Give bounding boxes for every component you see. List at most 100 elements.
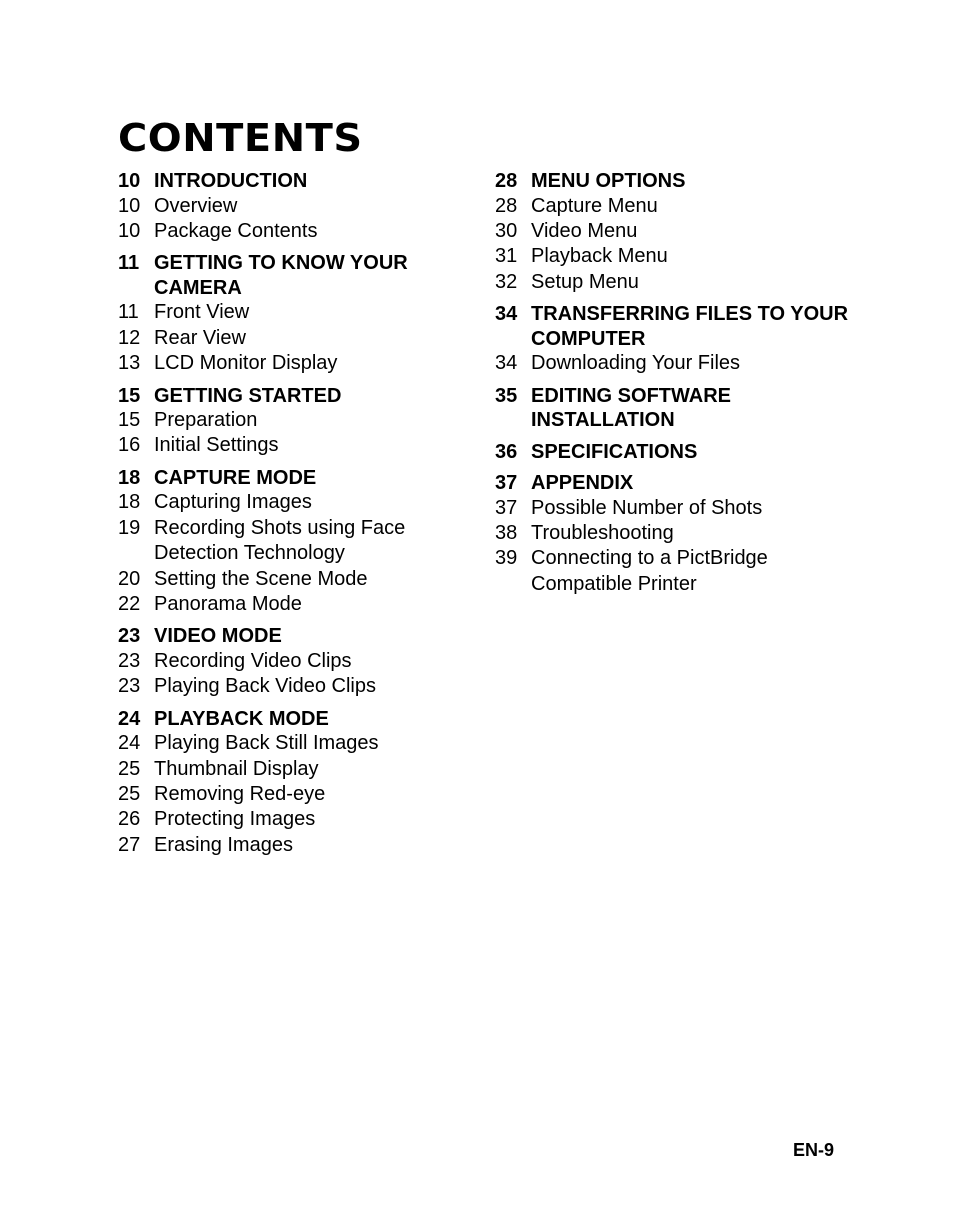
toc-entry-page: 30 bbox=[495, 219, 518, 242]
toc-entry-page: 25 bbox=[118, 783, 141, 805]
toc-entry-page: 27 bbox=[118, 833, 141, 856]
toc-section: 24 PLAYBACK MODE 24 Playing Back Still Imag… bbox=[118, 707, 478, 859]
toc-entry[interactable]: 22 Panorama Mode bbox=[118, 592, 478, 617]
toc-entry-page: 10 bbox=[118, 219, 141, 242]
toc-entry[interactable]: 25 Removing Red-eye bbox=[118, 782, 478, 807]
toc-entry-page: 13 bbox=[118, 352, 141, 375]
toc-entry[interactable]: 32 Setup Menu bbox=[495, 270, 855, 295]
toc-heading-page: 15 bbox=[118, 384, 141, 407]
toc-entry[interactable]: 19 Recording Shots using Face Detection T… bbox=[118, 516, 478, 567]
page-number: EN-9 bbox=[793, 1140, 835, 1160]
toc-heading-title: PLAYBACK MODE bbox=[154, 707, 329, 730]
toc-section: 36 SPECIFICATIONS bbox=[495, 440, 855, 465]
toc-heading-title: TRANSFERRING FILES TO YOUR COMPUTER bbox=[531, 303, 849, 350]
toc-heading-title: VIDEO MODE bbox=[154, 625, 282, 648]
toc-entry[interactable]: 25 Thumbnail Display bbox=[118, 757, 478, 782]
toc-section-heading[interactable]: 36 SPECIFICATIONS bbox=[495, 440, 855, 465]
toc-entry-label: Protecting Images bbox=[154, 808, 316, 831]
toc-left-column: 10 INTRODUCTION 10 Overview 10 Package Conten… bbox=[118, 169, 478, 865]
toc-entry-page: 23 bbox=[118, 649, 141, 672]
toc-section-heading[interactable]: 11 GETTING TO KNOW YOUR CAMERA bbox=[118, 251, 478, 300]
toc-section: 37 APPENDIX 37 Possible Number of Shots 38 Tr… bbox=[495, 471, 855, 597]
toc-heading-page: 24 bbox=[118, 707, 141, 730]
toc-section-heading[interactable]: 35 EDITING SOFTWARE INSTALLATION bbox=[495, 384, 855, 433]
toc-entry-page: 23 bbox=[118, 675, 141, 698]
toc-heading-page: 36 bbox=[495, 440, 518, 463]
toc-entry-page: 12 bbox=[118, 326, 141, 349]
toc-entry-label: Setting the Scene Mode bbox=[154, 567, 368, 590]
toc-entry[interactable]: 27 Erasing Images bbox=[118, 833, 478, 858]
toc-entry[interactable]: 30 Video Menu bbox=[495, 219, 855, 244]
toc-entry-page: 34 bbox=[495, 352, 518, 375]
toc-section-heading[interactable]: 15 GETTING STARTED bbox=[118, 384, 478, 409]
toc-entry[interactable]: 37 Possible Number of Shots bbox=[495, 496, 855, 521]
toc-section: 10 INTRODUCTION 10 Overview 10 Package Conten… bbox=[118, 169, 478, 244]
toc-heading-title: MENU OPTIONS bbox=[531, 170, 686, 192]
toc-section-heading[interactable]: 18 CAPTURE MODE bbox=[118, 466, 478, 491]
toc-heading-title: SPECIFICATIONS bbox=[531, 440, 698, 463]
toc-entry-label: Initial Settings bbox=[154, 434, 279, 457]
toc-entry-label: Capturing Images bbox=[154, 491, 312, 514]
toc-section-heading[interactable]: 34 TRANSFERRING FILES TO YOUR COMPUTER bbox=[495, 302, 855, 351]
toc-entry[interactable]: 26 Protecting Images bbox=[118, 807, 478, 832]
toc-entry[interactable]: 18 Capturing Images bbox=[118, 490, 478, 515]
toc-entry-label: Preparation bbox=[154, 409, 258, 432]
toc-section-heading[interactable]: 28 MENU OPTIONS bbox=[495, 169, 855, 194]
toc-entry[interactable]: 20 Setting the Scene Mode bbox=[118, 567, 478, 592]
toc-entry[interactable]: 23 Playing Back Video Clips bbox=[118, 674, 478, 699]
toc-entry[interactable]: 39 Connecting to a PictBridge Compatible … bbox=[495, 546, 855, 597]
toc-entry[interactable]: 10 Package Contents bbox=[118, 219, 478, 244]
toc-entry[interactable]: 15 Preparation bbox=[118, 408, 478, 433]
toc-entry-label: LCD Monitor Display bbox=[154, 352, 338, 375]
toc-heading-title: INTRODUCTION bbox=[154, 170, 308, 192]
toc-entry[interactable]: 10 Overview bbox=[118, 194, 478, 219]
toc-section: 23 VIDEO MODE 23 Recording Video Clips 23 Pla… bbox=[118, 624, 478, 699]
toc-entry[interactable]: 16 Initial Settings bbox=[118, 433, 478, 458]
toc-section: 18 CAPTURE MODE 18 Capturing Images 19 Record… bbox=[118, 466, 478, 618]
toc-entry-label: Playing Back Still Images bbox=[154, 732, 379, 755]
toc-heading-title: GETTING STARTED bbox=[154, 384, 342, 407]
toc-entry[interactable]: 13 LCD Monitor Display bbox=[118, 351, 478, 376]
toc-entry-page: 31 bbox=[495, 245, 518, 268]
toc-section: 28 MENU OPTIONS 28 Capture Menu 30 Video Menu… bbox=[495, 169, 855, 295]
toc-section: 35 EDITING SOFTWARE INSTALLATION bbox=[495, 384, 855, 433]
toc-section-heading[interactable]: 10 INTRODUCTION bbox=[118, 169, 478, 194]
toc-section-heading[interactable]: 23 VIDEO MODE bbox=[118, 624, 478, 649]
toc-entry[interactable]: 28 Capture Menu bbox=[495, 194, 855, 219]
toc-entry-page: 18 bbox=[118, 491, 141, 514]
toc-heading-title: GETTING TO KNOW YOUR CAMERA bbox=[154, 252, 408, 299]
toc-entry-page: 20 bbox=[118, 567, 141, 590]
toc-entry-page: 37 bbox=[495, 496, 518, 519]
toc-heading-page: 37 bbox=[495, 472, 518, 495]
toc-entry-label: Thumbnail Display bbox=[154, 757, 319, 780]
toc-entry-label: Connecting to a PictBridge Compatible Pr… bbox=[531, 547, 768, 595]
toc-entry-page: 19 bbox=[118, 516, 141, 539]
toc-heading-page: 34 bbox=[495, 303, 518, 326]
toc-entry[interactable]: 11 Front View bbox=[118, 300, 478, 325]
toc-heading-title: CAPTURE MODE bbox=[154, 466, 317, 489]
toc-entry-page: 38 bbox=[495, 521, 518, 544]
toc-entry[interactable]: 24 Playing Back Still Images bbox=[118, 731, 478, 756]
toc-entry-label: Erasing Images bbox=[154, 833, 293, 856]
toc-entry[interactable]: 12 Rear View bbox=[118, 326, 478, 351]
toc-entry-label: Panorama Mode bbox=[154, 592, 302, 615]
toc-entry-page: 25 bbox=[118, 757, 141, 780]
toc-heading-title: APPENDIX bbox=[531, 472, 634, 495]
toc-entry-page: 26 bbox=[118, 808, 141, 831]
toc-entry-page: 28 bbox=[495, 194, 518, 217]
toc-heading-title: EDITING SOFTWARE INSTALLATION bbox=[531, 384, 731, 432]
toc-section: 11 GETTING TO KNOW YOUR CAMERA 11 Front Vie… bbox=[118, 251, 478, 376]
toc-entry-label: Rear View bbox=[154, 326, 246, 349]
toc-section-heading[interactable]: 37 APPENDIX bbox=[495, 471, 855, 496]
toc-entry[interactable]: 23 Recording Video Clips bbox=[118, 649, 478, 674]
toc-heading-page: 11 bbox=[118, 252, 140, 275]
toc-heading-page: 23 bbox=[118, 625, 141, 648]
toc-entry-label: Playing Back Video Clips bbox=[154, 675, 376, 698]
toc-entry-label: Troubleshooting bbox=[531, 521, 674, 544]
toc-entry[interactable]: 38 Troubleshooting bbox=[495, 521, 855, 546]
toc-section-heading[interactable]: 24 PLAYBACK MODE bbox=[118, 707, 478, 732]
toc-entry-page: 39 bbox=[495, 547, 518, 570]
toc-entry[interactable]: 31 Playback Menu bbox=[495, 244, 855, 269]
toc-entry-label: Possible Number of Shots bbox=[531, 496, 763, 519]
toc-entry[interactable]: 34 Downloading Your Files bbox=[495, 351, 855, 376]
